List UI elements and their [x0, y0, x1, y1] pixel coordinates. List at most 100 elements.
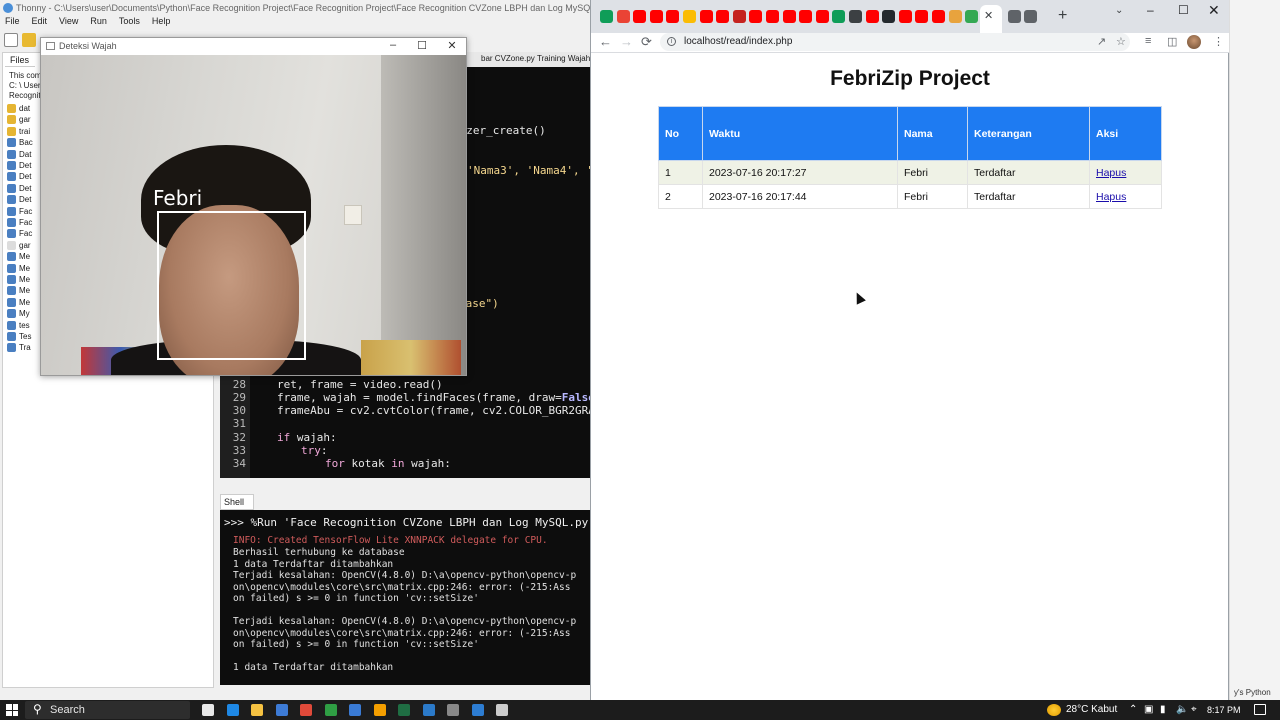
- file-item[interactable]: trai: [7, 126, 30, 137]
- menu-file[interactable]: File: [5, 16, 20, 30]
- file-item[interactable]: Me: [7, 263, 30, 274]
- file-item[interactable]: Det: [7, 160, 31, 171]
- close-button[interactable]: ✕: [442, 39, 462, 52]
- tab-favicon-icon[interactable]: [948, 10, 962, 23]
- file-item[interactable]: Fac: [7, 206, 32, 217]
- network-icon[interactable]: ▣: [1144, 704, 1153, 715]
- new-tab-button[interactable]: +: [1058, 7, 1067, 25]
- taskbar-clock[interactable]: 8:17 PM: [1207, 705, 1241, 715]
- maximize-button[interactable]: ☐: [1178, 3, 1189, 17]
- tab-favicon-icon[interactable]: [882, 10, 896, 23]
- windows-start-icon[interactable]: [6, 704, 18, 716]
- bookmark-star-icon[interactable]: ☆: [1116, 35, 1126, 48]
- shell-tab[interactable]: Shell: [220, 494, 254, 510]
- camera-titlebar[interactable]: Deteksi Wajah – ☐ ✕: [41, 38, 466, 55]
- tab-favicon-icon[interactable]: [633, 10, 647, 23]
- reload-icon[interactable]: ⟳: [641, 34, 652, 50]
- notification-icon[interactable]: [1254, 704, 1266, 715]
- tab-favicon-icon[interactable]: [815, 10, 829, 23]
- battery-icon[interactable]: ▮: [1160, 704, 1166, 715]
- file-item[interactable]: Det: [7, 171, 31, 182]
- close-button[interactable]: ✕: [1208, 2, 1220, 19]
- file-item[interactable]: Me: [7, 297, 30, 308]
- camera-window[interactable]: Deteksi Wajah – ☐ ✕ Febri: [40, 37, 467, 376]
- tab-favicon-icon[interactable]: [616, 10, 630, 23]
- file-item[interactable]: Det: [7, 194, 31, 205]
- tab-favicon-icon[interactable]: [799, 10, 813, 23]
- file-item[interactable]: Tes: [7, 331, 31, 342]
- taskbar-app-icon[interactable]: [226, 704, 239, 716]
- kebab-menu-icon[interactable]: ⋮: [1213, 35, 1224, 48]
- tab-favicon-icon[interactable]: [898, 10, 912, 23]
- taskbar-search-box[interactable]: ⚲ Search: [25, 701, 190, 719]
- tab-favicon-icon[interactable]: [849, 10, 862, 23]
- file-item[interactable]: Fac: [7, 228, 32, 239]
- menu-tools[interactable]: Tools: [119, 16, 140, 30]
- back-arrow-icon[interactable]: ←: [599, 34, 612, 49]
- language-icon[interactable]: ⌖: [1191, 704, 1197, 715]
- taskbar-app-icon[interactable]: [447, 704, 459, 716]
- site-info-icon[interactable]: i: [667, 37, 676, 46]
- taskbar-app-icon[interactable]: [202, 704, 214, 716]
- file-item[interactable]: Bac: [7, 137, 33, 148]
- file-item[interactable]: Me: [7, 274, 30, 285]
- taskbar-app-icon[interactable]: [349, 704, 361, 716]
- menu-edit[interactable]: Edit: [32, 16, 48, 30]
- tab-favicon-icon[interactable]: [915, 10, 929, 23]
- file-item[interactable]: Det: [7, 183, 31, 194]
- tab-favicon-icon[interactable]: [965, 10, 979, 23]
- volume-icon[interactable]: 🔈: [1176, 704, 1188, 715]
- file-item[interactable]: Me: [7, 251, 30, 262]
- tab-favicon-icon[interactable]: [782, 10, 796, 23]
- tab-favicon-icon[interactable]: [766, 10, 779, 23]
- tab-favicon-icon[interactable]: [666, 10, 680, 23]
- editor-tab[interactable]: Training Wajah: [537, 54, 590, 63]
- tab-search-chevron-icon[interactable]: ⌄: [1115, 5, 1123, 16]
- tab-favicon-icon[interactable]: [749, 10, 763, 23]
- file-item[interactable]: gar: [7, 240, 31, 251]
- weather-sun-icon[interactable]: [1047, 704, 1061, 716]
- tab-favicon-icon[interactable]: [1024, 10, 1037, 23]
- weather-text[interactable]: 28°C Kabut: [1066, 704, 1117, 715]
- reading-list-icon[interactable]: ≡: [1145, 35, 1151, 47]
- taskbar-app-icon[interactable]: [373, 704, 386, 716]
- editor-tab[interactable]: bar CVZone.py: [481, 54, 535, 63]
- forward-arrow-icon[interactable]: →: [620, 34, 633, 49]
- file-item[interactable]: Tra: [7, 342, 31, 353]
- taskbar-app-icon[interactable]: [300, 704, 312, 716]
- tab-favicon-icon[interactable]: [832, 10, 846, 23]
- taskbar-app-icon[interactable]: [251, 704, 263, 716]
- tab-favicon-icon[interactable]: [699, 10, 713, 23]
- file-item[interactable]: tes: [7, 320, 30, 331]
- maximize-button[interactable]: ☐: [412, 39, 432, 52]
- side-panel-icon[interactable]: ◫: [1167, 35, 1177, 48]
- address-bar[interactable]: i localhost/read/index.php ↗ ☆: [660, 33, 1130, 51]
- tab-favicon-icon[interactable]: [732, 10, 746, 23]
- file-item[interactable]: gar: [7, 114, 31, 125]
- menu-help[interactable]: Help: [152, 16, 171, 30]
- tab-favicon-icon[interactable]: [600, 10, 613, 23]
- tab-favicon-icon[interactable]: [683, 10, 696, 23]
- delete-link[interactable]: Hapus: [1096, 167, 1126, 179]
- tab-favicon-icon[interactable]: [932, 10, 945, 23]
- minimize-button[interactable]: –: [1147, 3, 1154, 17]
- delete-link[interactable]: Hapus: [1096, 191, 1126, 203]
- file-item[interactable]: Dat: [7, 149, 31, 160]
- minimize-button[interactable]: –: [383, 39, 403, 51]
- taskbar-app-icon[interactable]: [275, 704, 288, 716]
- tab-favicon-icon[interactable]: [649, 10, 663, 23]
- new-file-icon[interactable]: [4, 33, 18, 47]
- tab-favicon-icon[interactable]: [716, 10, 730, 23]
- url-text[interactable]: localhost/read/index.php: [684, 36, 792, 47]
- file-item[interactable]: My: [7, 308, 30, 319]
- taskbar-app-icon[interactable]: [324, 704, 337, 716]
- open-folder-icon[interactable]: [22, 33, 36, 47]
- share-icon[interactable]: ↗: [1097, 35, 1106, 48]
- profile-avatar[interactable]: [1187, 35, 1201, 49]
- taskbar-app-icon[interactable]: [471, 704, 484, 716]
- tab-favicon-icon[interactable]: [1008, 10, 1021, 23]
- file-item[interactable]: Me: [7, 285, 30, 296]
- menu-view[interactable]: View: [59, 16, 78, 30]
- menu-run[interactable]: Run: [90, 16, 107, 30]
- shell-console[interactable]: >>> %Run 'Face Recognition CVZone LBPH d…: [220, 510, 590, 685]
